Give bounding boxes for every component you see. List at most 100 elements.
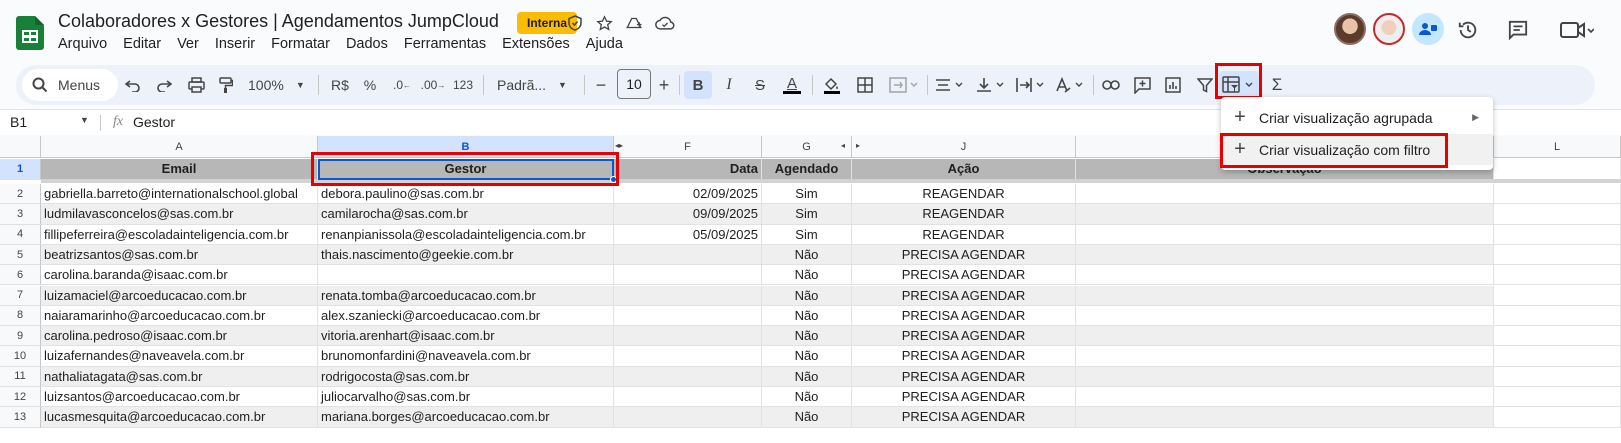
cell-acao[interactable]: PRECISA AGENDAR — [852, 387, 1076, 408]
menu-dados[interactable]: Dados — [338, 36, 396, 52]
filter-icon[interactable] — [1193, 71, 1217, 99]
meeting-call-icon[interactable] — [1412, 13, 1444, 45]
currency-format-button[interactable]: R$ — [329, 71, 351, 99]
cell-gestor[interactable]: mariana.borges@arcoeducacao.com.br — [318, 407, 614, 428]
cell-observacao[interactable] — [1076, 184, 1494, 205]
cell-gestor[interactable]: alex.szaniecki@arcoeducacao.com.br — [318, 305, 614, 327]
cell-data[interactable] — [614, 265, 762, 286]
row-header[interactable]: 12 — [0, 387, 41, 408]
cell-acao[interactable]: PRECISA AGENDAR — [852, 366, 1076, 387]
header-cell-acao[interactable]: Ação — [852, 159, 1076, 180]
cell-data[interactable] — [614, 305, 762, 327]
cell-agendado[interactable]: Não — [762, 387, 852, 408]
cell-agendado[interactable]: Sim — [762, 204, 852, 225]
cell-data[interactable] — [614, 366, 762, 387]
insert-link-icon[interactable] — [1099, 71, 1123, 99]
cell-observacao[interactable] — [1076, 224, 1494, 245]
decrease-decimal-button[interactable]: .0 ← — [390, 71, 414, 99]
paint-format-icon[interactable] — [215, 71, 237, 99]
cell-agendado[interactable]: Sim — [762, 184, 852, 205]
avatar-collaborator-2[interactable] — [1373, 13, 1405, 45]
font-size-input[interactable]: 10 — [617, 69, 651, 99]
menu-inserir[interactable]: Inserir — [207, 36, 263, 52]
strikethrough-button[interactable]: S — [748, 71, 772, 99]
cell-acao[interactable]: REAGENDAR — [852, 204, 1076, 225]
cell-l[interactable] — [1494, 285, 1621, 306]
cell-agendado[interactable]: Não — [762, 285, 852, 306]
cell-l[interactable] — [1494, 326, 1621, 347]
print-icon[interactable] — [185, 71, 207, 99]
font-family-select[interactable]: Padrã... ▼ — [497, 71, 575, 99]
version-history-icon[interactable] — [1455, 17, 1481, 43]
cell-observacao[interactable] — [1076, 285, 1494, 306]
cell-observacao[interactable] — [1076, 305, 1494, 327]
cell-data[interactable] — [614, 407, 762, 428]
cell-data[interactable] — [614, 285, 762, 306]
cell-agendado[interactable]: Não — [762, 366, 852, 387]
insert-comment-icon[interactable] — [1130, 71, 1154, 99]
cell-l[interactable] — [1494, 305, 1621, 327]
cell-observacao[interactable] — [1076, 326, 1494, 347]
cell-email[interactable]: nathaliatagata@sas.com.br — [41, 366, 318, 387]
cell-acao[interactable]: PRECISA AGENDAR — [852, 265, 1076, 286]
cell-l[interactable] — [1494, 265, 1621, 286]
cell-observacao[interactable] — [1076, 265, 1494, 286]
cell-email[interactable]: naiaramarinho@arcoeducacao.com.br — [41, 305, 318, 327]
merge-cells-icon[interactable] — [886, 71, 922, 99]
text-color-button[interactable]: A — [780, 71, 804, 99]
row-header[interactable]: 10 — [0, 346, 41, 367]
header-cell-data[interactable]: Data — [614, 159, 762, 180]
cell-acao[interactable]: REAGENDAR — [852, 224, 1076, 245]
cell-email[interactable]: ludmilavasconcelos@sas.com.br — [41, 204, 318, 225]
row-header[interactable]: 8 — [0, 305, 41, 327]
cell-gestor[interactable] — [318, 265, 614, 286]
column-header-j[interactable]: J — [852, 136, 1076, 158]
cell-acao[interactable]: PRECISA AGENDAR — [852, 244, 1076, 266]
header-cell-agendado[interactable]: Agendado — [762, 159, 852, 180]
cell-observacao[interactable] — [1076, 244, 1494, 266]
cell-email[interactable]: carolina.pedroso@isaac.com.br — [41, 326, 318, 347]
shield-icon[interactable] — [563, 11, 587, 35]
cell-l[interactable] — [1494, 366, 1621, 387]
cloud-status-icon[interactable] — [653, 11, 677, 35]
menu-ver[interactable]: Ver — [169, 36, 207, 52]
cell-email[interactable]: luizamaciel@arcoeducacao.com.br — [41, 285, 318, 306]
cell-acao[interactable]: PRECISA AGENDAR — [852, 407, 1076, 428]
cell-acao[interactable]: PRECISA AGENDAR — [852, 346, 1076, 367]
text-rotation-icon[interactable] — [1053, 71, 1087, 99]
more-formats-button[interactable]: 123 — [452, 71, 474, 99]
italic-button[interactable]: I — [717, 71, 741, 99]
column-header-a[interactable]: A — [41, 136, 318, 158]
cell-observacao[interactable] — [1076, 407, 1494, 428]
avatar-collaborator-1[interactable] — [1334, 13, 1366, 45]
menu-item-create-group-view[interactable]: + Criar visualização agrupada ▶ — [1221, 102, 1493, 133]
document-title[interactable]: Colaboradores x Gestores | Agendamentos … — [58, 11, 499, 32]
cell-data[interactable]: 05/09/2025 — [614, 224, 762, 245]
comments-icon[interactable] — [1505, 17, 1531, 43]
vertical-align-icon[interactable] — [974, 71, 1008, 99]
hidden-columns-arrow-icon[interactable]: ◂▸ — [615, 141, 623, 150]
menu-formatar[interactable]: Formatar — [263, 36, 338, 52]
cell-agendado[interactable]: Sim — [762, 224, 852, 245]
borders-icon[interactable] — [853, 71, 877, 99]
cell-data[interactable] — [614, 326, 762, 347]
cell-gestor[interactable]: vitoria.arenhart@isaac.com.br — [318, 326, 614, 347]
menus-search[interactable]: Menus — [22, 69, 118, 101]
increase-font-size-button[interactable]: + — [655, 71, 673, 99]
cell-email[interactable]: fillipeferreira@escoladainteligencia.com… — [41, 224, 318, 245]
cell-agendado[interactable]: Não — [762, 244, 852, 266]
row-header[interactable]: 9 — [0, 326, 41, 347]
cell-data[interactable]: 02/09/2025 — [614, 184, 762, 205]
menu-extensoes[interactable]: Extensões — [494, 36, 578, 52]
cell-l[interactable] — [1494, 224, 1621, 245]
cell-email[interactable]: luizafernandes@naveavela.com.br — [41, 346, 318, 367]
cell-l[interactable] — [1494, 184, 1621, 205]
cell-observacao[interactable] — [1076, 204, 1494, 225]
horizontal-align-icon[interactable] — [933, 71, 967, 99]
cell-observacao[interactable] — [1076, 346, 1494, 367]
move-to-drive-icon[interactable] — [622, 11, 646, 35]
cell-email[interactable]: gabriella.barreto@internationalschool.gl… — [41, 184, 318, 205]
cell-acao[interactable]: PRECISA AGENDAR — [852, 326, 1076, 347]
menu-editar[interactable]: Editar — [115, 36, 169, 52]
cell-l[interactable] — [1494, 387, 1621, 408]
